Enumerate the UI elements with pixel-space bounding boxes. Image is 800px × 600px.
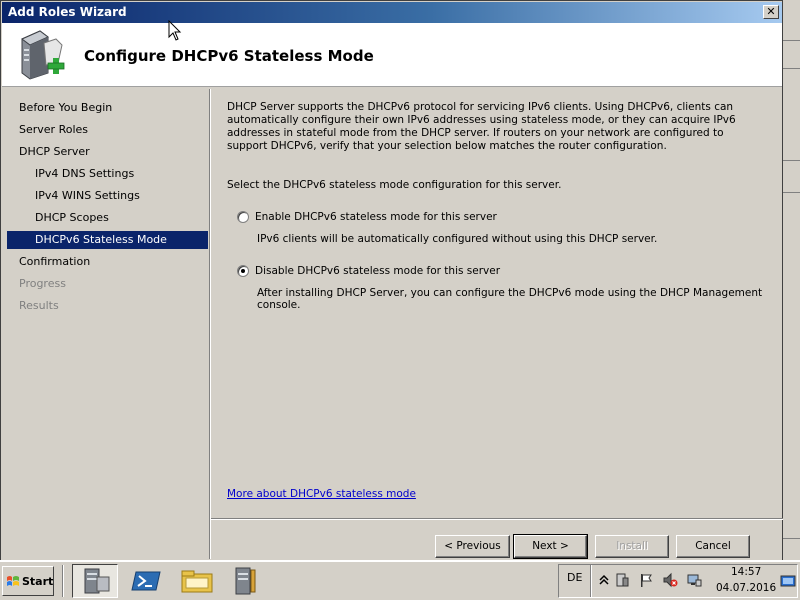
wizard-steps-nav: Before You Begin Server Roles DHCP Serve… [7,89,209,559]
nav-step-ipv4-dns[interactable]: IPv4 DNS Settings [7,165,208,183]
select-instruction: Select the DHCPv6 stateless mode configu… [227,179,562,191]
previous-button[interactable]: < Previous [435,535,510,558]
volume-muted-icon[interactable] [662,572,678,588]
show-hidden-icons-icon[interactable] [596,572,612,588]
clock-date[interactable]: 04.07.2016 [716,582,776,594]
nav-step-dhcp-server[interactable]: DHCP Server [7,143,208,161]
nav-step-server-roles[interactable]: Server Roles [7,121,208,139]
tools-icon [235,567,256,595]
taskbar-separator [62,565,64,597]
more-info-link[interactable]: More about DHCPv6 stateless mode [227,488,416,500]
add-roles-wizard-window: Add Roles Wizard ✕ Configure DHCPv6 Stat… [0,0,783,562]
close-button[interactable]: ✕ [763,5,779,19]
nav-step-dhcpv6-stateless[interactable]: DHCPv6 Stateless Mode [7,231,208,249]
clock-time[interactable]: 14:57 [731,566,761,578]
cancel-button[interactable]: Cancel [676,535,750,558]
tray-separator [590,565,592,597]
nav-step-progress: Progress [19,277,66,290]
enable-stateless-description: IPv6 clients will be automatically confi… [257,233,658,245]
title-bar[interactable]: Add Roles Wizard ✕ [2,2,782,23]
mouse-cursor-icon [168,20,182,41]
enable-stateless-label[interactable]: Enable DHCPv6 stateless mode for this se… [255,211,497,223]
next-button[interactable]: Next > [513,534,588,559]
page-description: DHCP Server supports the DHCPv6 protocol… [227,101,736,152]
server-roles-icon [21,30,65,80]
powershell-taskbar-button[interactable] [124,564,170,598]
server-manager-icon [84,568,110,594]
page-title: Configure DHCPv6 Stateless Mode [84,47,374,65]
window-title: Add Roles Wizard [8,5,127,19]
language-indicator[interactable]: DE [567,571,582,584]
enable-stateless-radio[interactable] [237,211,249,223]
show-desktop-icon[interactable] [780,573,796,589]
disable-stateless-radio[interactable] [237,265,249,277]
nav-step-before-you-begin[interactable]: Before You Begin [7,99,208,117]
disable-stateless-description: After installing DHCP Server, you can co… [257,287,763,311]
nav-step-confirmation[interactable]: Confirmation [7,253,208,271]
start-button[interactable]: Start [2,566,54,596]
explorer-icon [181,570,213,593]
windows-logo-icon [7,576,19,586]
action-center-flag-icon[interactable] [638,572,654,588]
network-icon[interactable] [686,572,702,588]
server-manager-tray-icon[interactable] [614,572,630,588]
nav-step-ipv4-wins[interactable]: IPv4 WINS Settings [7,187,208,205]
install-button: Install [595,535,669,558]
powershell-icon [131,571,161,591]
taskbar: Start DE 14:57 04.07.2016 [0,560,800,600]
background-window-edge [780,0,800,560]
start-label: Start [22,575,54,588]
button-separator [211,518,783,520]
admin-tools-taskbar-button[interactable] [224,564,270,598]
nav-step-dhcp-scopes[interactable]: DHCP Scopes [7,209,208,227]
wizard-header: Configure DHCPv6 Stateless Mode [2,23,782,87]
nav-divider [209,89,211,559]
disable-stateless-label[interactable]: Disable DHCPv6 stateless mode for this s… [255,265,500,277]
explorer-taskbar-button[interactable] [174,564,220,598]
nav-step-results: Results [19,299,59,312]
server-manager-taskbar-button[interactable] [72,564,118,598]
